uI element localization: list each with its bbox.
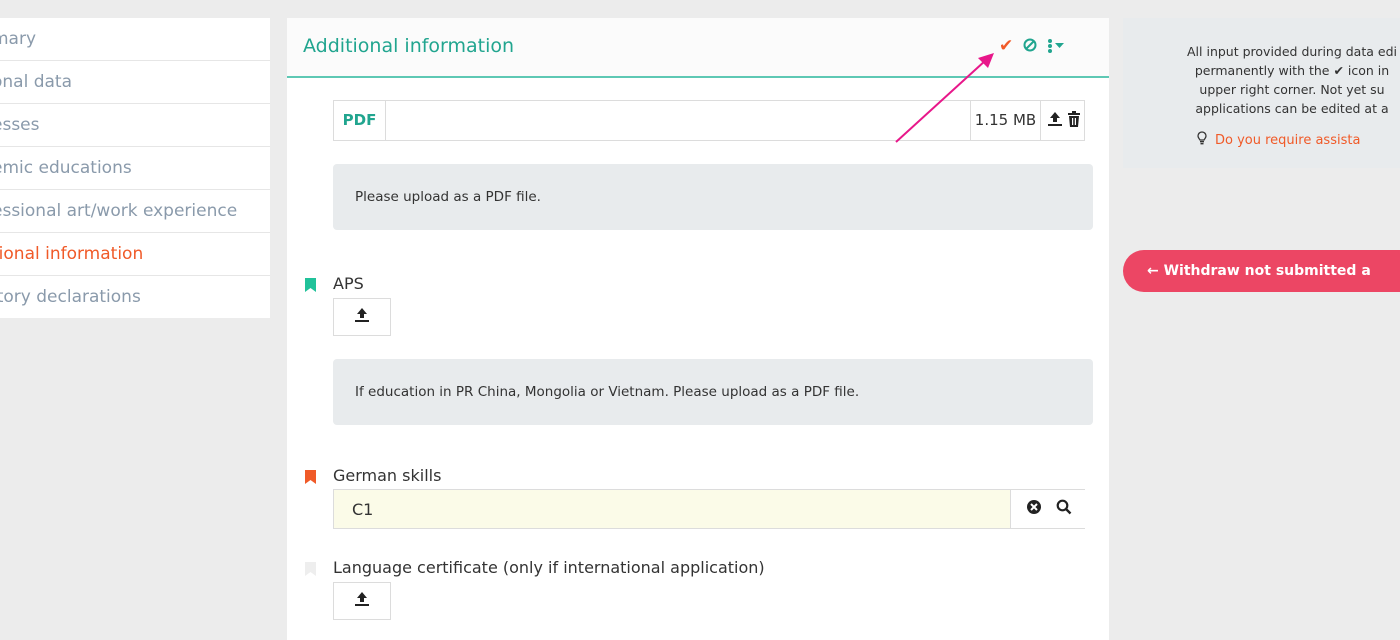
- sidebar: mary onal data esses emic educations ess…: [0, 18, 270, 318]
- aps-hint: If education in PR China, Mongolia or Vi…: [333, 359, 1093, 425]
- sidebar-item-professional-experience[interactable]: essional art/work experience: [0, 190, 270, 233]
- info-line: All input provided during data edi: [1187, 44, 1397, 59]
- language-certificate-upload-button[interactable]: [333, 582, 391, 620]
- header-actions: ✔: [999, 36, 1065, 56]
- bookmark-icon: [305, 562, 316, 576]
- bookmark-icon: [305, 470, 316, 484]
- withdraw-button[interactable]: ← Withdraw not submitted a: [1123, 250, 1400, 292]
- bookmark-icon: [305, 278, 316, 292]
- clear-icon[interactable]: [1026, 499, 1042, 519]
- sidebar-item-academic-educations[interactable]: emic educations: [0, 147, 270, 190]
- pdf-hint: Please upload as a PDF file.: [333, 164, 1093, 230]
- check-icon[interactable]: ✔: [999, 36, 1013, 56]
- top-bar: [0, 0, 1400, 18]
- info-text: All input provided during data edi perma…: [1147, 42, 1400, 118]
- select-actions: [1010, 490, 1086, 528]
- info-box: All input provided during data edi perma…: [1123, 18, 1400, 168]
- sidebar-item-additional-information[interactable]: tional information: [0, 233, 270, 276]
- assistance-link[interactable]: Do you require assista: [1197, 131, 1360, 149]
- info-line: upper right corner. Not yet su: [1199, 82, 1385, 97]
- lightbulb-icon: [1197, 131, 1207, 149]
- aps-upload-button[interactable]: [333, 298, 391, 336]
- upload-icon: [354, 591, 370, 611]
- sidebar-item-summary[interactable]: mary: [0, 18, 270, 61]
- trash-icon[interactable]: [1067, 110, 1081, 131]
- panel-title: Additional information: [303, 35, 515, 57]
- annotation-arrow: [895, 53, 994, 143]
- sidebar-item-statutory-declarations[interactable]: itory declarations: [0, 276, 270, 319]
- assistance-link-label: Do you require assista: [1215, 132, 1361, 148]
- file-actions: [1040, 101, 1086, 140]
- ban-icon[interactable]: [1023, 37, 1037, 56]
- sidebar-item-personal-data[interactable]: onal data: [0, 61, 270, 104]
- upload-icon[interactable]: [1047, 111, 1063, 131]
- search-icon[interactable]: [1056, 499, 1072, 519]
- german-skills-select[interactable]: C1: [333, 489, 1086, 529]
- upload-icon: [354, 307, 370, 327]
- aps-label: APS: [333, 274, 364, 293]
- menu-caret-icon[interactable]: [1047, 38, 1065, 54]
- german-skills-value: C1: [352, 500, 374, 519]
- german-skills-label: German skills: [333, 466, 442, 485]
- sidebar-item-addresses[interactable]: esses: [0, 104, 270, 147]
- info-line: applications can be edited at a: [1195, 101, 1389, 116]
- info-line: permanently with the ✔ icon in: [1194, 63, 1390, 78]
- language-certificate-label: Language certificate (only if internatio…: [333, 558, 765, 577]
- file-type-label: PDF: [334, 101, 386, 140]
